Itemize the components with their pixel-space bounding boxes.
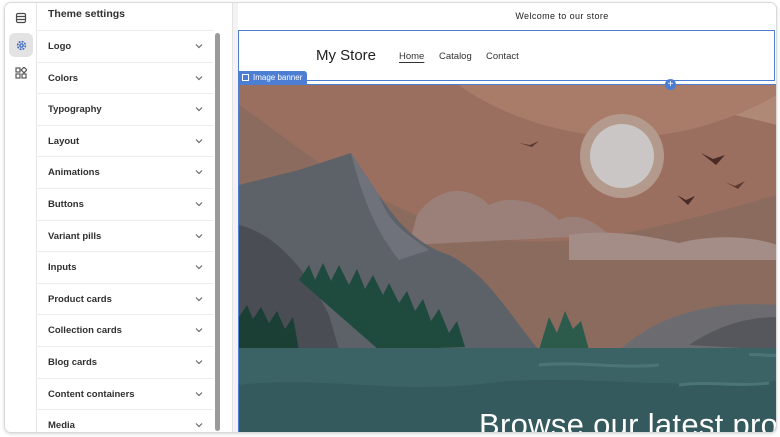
settings-item-label: Media (48, 420, 75, 432)
settings-item-variant-pills[interactable]: Variant pills (37, 219, 213, 252)
image-banner[interactable]: Browse our latest pro (238, 84, 776, 432)
settings-item-animations[interactable]: Animations (37, 156, 213, 188)
settings-item-collection-cards[interactable]: Collection cards (37, 314, 213, 346)
settings-item-label: Buttons (48, 198, 84, 210)
settings-item-label: Logo (48, 41, 72, 52)
sections-icon[interactable] (9, 6, 33, 30)
settings-item-label: Animations (48, 167, 100, 179)
settings-item-logo[interactable]: Logo (37, 30, 213, 62)
settings-item-label: Colors (48, 72, 79, 84)
panel-scrollbar[interactable] (215, 33, 220, 431)
chevron-down-icon (195, 296, 203, 302)
store-preview: Welcome to our store My Store Home Catal… (238, 3, 776, 432)
settings-gear-icon[interactable] (9, 33, 33, 57)
settings-item-media[interactable]: Media (37, 409, 213, 432)
chevron-down-icon (195, 138, 203, 144)
settings-item-buttons[interactable]: Buttons (37, 187, 213, 220)
settings-item-blog-cards[interactable]: Blog cards (37, 345, 213, 378)
chevron-down-icon (195, 233, 203, 238)
settings-item-label: Product cards (48, 293, 112, 305)
settings-item-content-containers[interactable]: Content containers (37, 377, 213, 410)
announcement-text: Welcome to our store (515, 11, 609, 21)
panel-title: Theme settings (48, 8, 126, 20)
settings-item-label: Layout (48, 135, 80, 147)
apps-icon[interactable] (9, 61, 33, 85)
add-section-icon[interactable]: + (665, 79, 676, 90)
settings-item-label: Variant pills (48, 230, 102, 242)
nav-link-contact[interactable]: Contact (486, 51, 519, 62)
settings-item-label: Typography (48, 104, 102, 116)
chevron-down-icon (195, 202, 203, 207)
settings-item-label: Inputs (48, 262, 77, 274)
chevron-down-icon (195, 170, 203, 175)
settings-item-layout[interactable]: Layout (37, 124, 213, 157)
chevron-down-icon (195, 75, 203, 80)
settings-item-label: Collection cards (48, 325, 122, 337)
icon-rail (5, 3, 37, 432)
nav-link-home[interactable]: Home (399, 51, 424, 62)
settings-item-label: Content containers (48, 388, 135, 400)
app-window: Theme settings Logo Colors Typography Layou… (5, 3, 776, 432)
settings-item-product-cards[interactable]: Product cards (37, 282, 213, 315)
image-banner-label: Image banner (253, 73, 303, 82)
chevron-down-icon (195, 265, 203, 270)
landscape-illustration (239, 85, 776, 432)
settings-item-inputs[interactable]: Inputs (37, 251, 213, 283)
store-name[interactable]: My Store (316, 47, 376, 64)
announcement-bar[interactable]: Welcome to our store (238, 3, 776, 29)
section-icon (242, 74, 249, 81)
chevron-down-icon (195, 391, 203, 396)
chevron-down-icon (195, 360, 203, 365)
settings-item-label: Blog cards (48, 356, 98, 368)
nav-link-catalog[interactable]: Catalog (439, 51, 472, 62)
store-header[interactable]: My Store Home Catalog Contact (238, 30, 775, 81)
banner-heading: Browse our latest pro (479, 407, 776, 432)
settings-item-colors[interactable]: Colors (37, 61, 213, 94)
chevron-down-icon (195, 423, 203, 428)
settings-list: Logo Colors Typography Layout Animations Butt… (37, 30, 213, 432)
chevron-down-icon (195, 107, 203, 112)
chevron-down-icon (195, 44, 203, 49)
theme-settings-panel: Theme settings Logo Colors Typography Layou… (37, 3, 233, 432)
chevron-down-icon (195, 328, 203, 333)
image-banner-tag[interactable]: Image banner (238, 71, 308, 84)
settings-item-typography[interactable]: Typography (37, 93, 213, 125)
